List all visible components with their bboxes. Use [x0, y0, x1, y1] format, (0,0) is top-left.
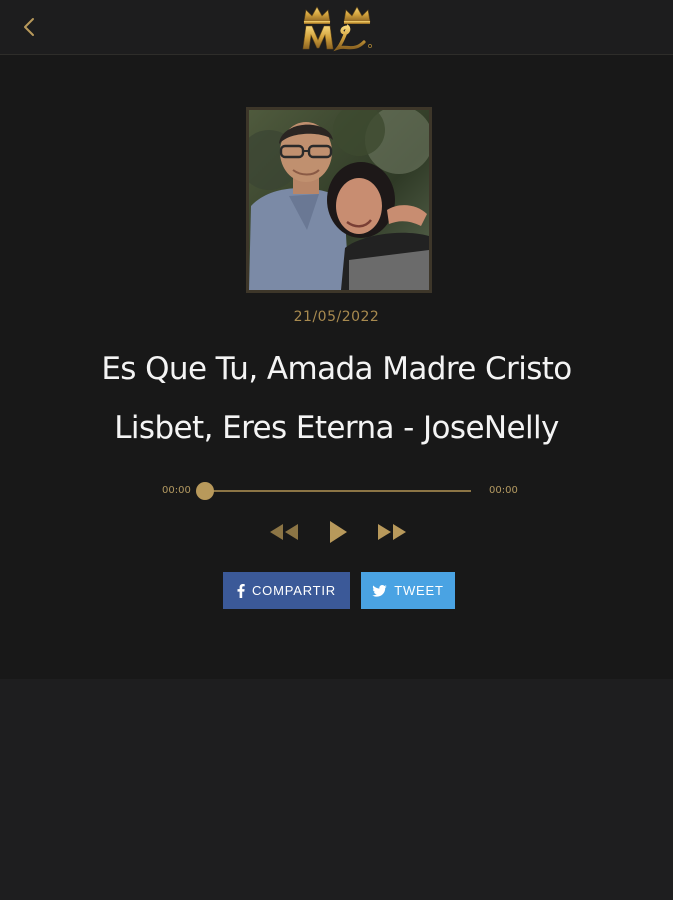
progress-track[interactable] — [205, 490, 471, 492]
facebook-share-button[interactable]: COMPARTIR — [223, 572, 350, 609]
current-time: 00:00 — [162, 485, 191, 496]
play-button[interactable] — [327, 519, 349, 545]
twitter-icon — [372, 584, 387, 597]
twitter-share-label: TWEET — [394, 583, 444, 598]
memorial-title: Es Que Tu, Amada Madre Cristo Lisbet, Er… — [101, 351, 572, 446]
couple-photo — [246, 107, 432, 293]
chevron-left-icon — [24, 18, 34, 36]
fast-forward-icon — [378, 524, 406, 540]
facebook-share-label: COMPARTIR — [251, 583, 336, 598]
fast-forward-button[interactable] — [376, 521, 408, 543]
twitter-share-button[interactable]: TWEET — [361, 572, 455, 609]
progress-thumb[interactable] — [196, 482, 214, 500]
crown-logo — [298, 2, 378, 52]
duration-time: 00:00 — [489, 485, 518, 496]
memorial-date: 21/05/2022 — [293, 309, 380, 325]
page-background — [0, 679, 673, 900]
rewind-button[interactable] — [268, 521, 300, 543]
top-bar — [0, 0, 673, 55]
facebook-icon — [237, 583, 245, 598]
back-button[interactable] — [14, 12, 44, 42]
rewind-icon — [270, 524, 298, 540]
play-icon — [330, 521, 347, 543]
